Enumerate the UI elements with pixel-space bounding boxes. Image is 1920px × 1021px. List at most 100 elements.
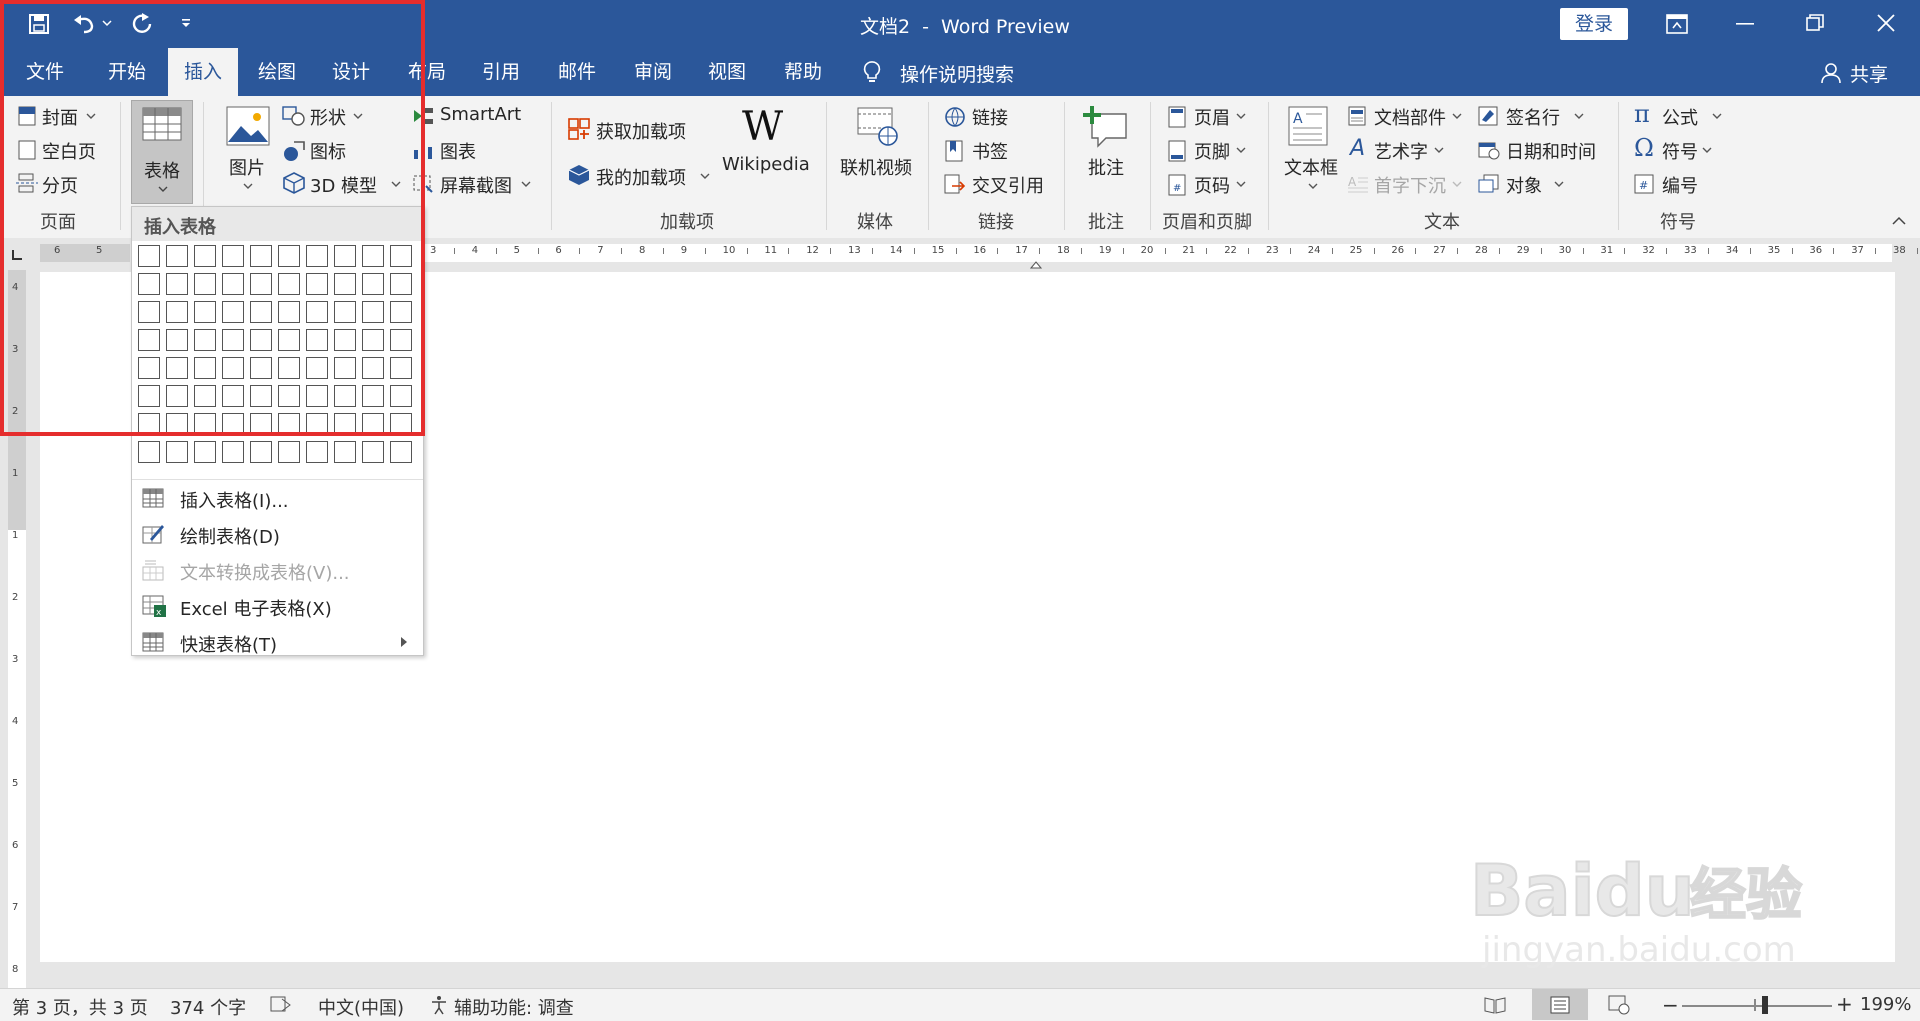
table-grid-cell[interactable] [390,301,412,323]
web-layout-icon[interactable] [1608,995,1630,1015]
table-grid-cell[interactable] [362,357,384,379]
table-grid-cell[interactable] [306,413,328,435]
zoom-slider-thumb[interactable] [1762,996,1768,1014]
new-comment-button[interactable]: 批注 [1088,154,1124,180]
close-icon[interactable] [1876,13,1896,33]
table-grid-cell[interactable] [362,245,384,267]
table-grid-cell[interactable] [194,329,216,351]
table-grid-cell[interactable] [334,301,356,323]
blank-page-button[interactable]: 空白页 [42,138,96,164]
table-grid-cell[interactable] [250,245,272,267]
login-button[interactable]: 登录 [1560,8,1628,40]
table-grid-cell[interactable] [278,329,300,351]
collapse-ribbon-icon[interactable] [1892,216,1906,226]
table-grid-cell[interactable] [278,301,300,323]
table-grid-cell[interactable] [362,301,384,323]
table-grid-cell[interactable] [166,245,188,267]
save-icon[interactable] [28,13,50,35]
header-button[interactable]: 页眉 [1194,104,1230,130]
table-grid-cell[interactable] [194,441,216,463]
table-grid[interactable] [138,245,418,463]
table-grid-cell[interactable] [222,329,244,351]
table-button[interactable]: 表格 [131,100,193,204]
customize-qat-icon[interactable] [180,18,192,30]
right-indent-marker-icon[interactable] [1030,256,1042,270]
menu-item-draw-table[interactable]: 绘制表格(D) [132,517,423,551]
table-grid-cell[interactable] [362,413,384,435]
tab-review[interactable]: 审阅 [620,48,686,96]
equation-button[interactable]: 公式 [1662,104,1698,130]
table-grid-cell[interactable] [138,413,160,435]
my-addins-button[interactable]: 我的加载项 [596,164,686,190]
menu-item-excel-spreadsheet[interactable]: x Excel 电子表格(X) [132,589,423,623]
table-grid-cell[interactable] [250,413,272,435]
table-grid-cell[interactable] [194,385,216,407]
table-grid-cell[interactable] [306,273,328,295]
table-grid-cell[interactable] [334,357,356,379]
table-grid-cell[interactable] [390,385,412,407]
table-grid-cell[interactable] [334,329,356,351]
table-grid-cell[interactable] [362,329,384,351]
page-break-button[interactable]: 分页 [42,172,78,198]
table-grid-cell[interactable] [194,357,216,379]
tab-design[interactable]: 设计 [318,48,384,96]
tab-file[interactable]: 文件 [12,48,78,96]
table-grid-cell[interactable] [222,385,244,407]
table-grid-cell[interactable] [306,357,328,379]
screenshot-button[interactable]: 屏幕截图 [440,172,512,198]
table-grid-cell[interactable] [278,245,300,267]
tab-layout[interactable]: 布局 [394,48,460,96]
table-grid-cell[interactable] [250,357,272,379]
icons-button[interactable]: 图标 [310,138,346,164]
page-number-button[interactable]: 页码 [1194,172,1230,198]
quick-parts-button[interactable]: 文档部件 [1374,104,1446,130]
table-grid-cell[interactable] [362,273,384,295]
restore-icon[interactable] [1806,14,1824,32]
wikipedia-button[interactable]: Wikipedia [722,154,810,175]
read-mode-icon[interactable] [1484,996,1506,1014]
table-grid-cell[interactable] [250,301,272,323]
table-grid-cell[interactable] [390,413,412,435]
tab-references[interactable]: 引用 [468,48,534,96]
table-grid-cell[interactable] [390,329,412,351]
footer-button[interactable]: 页脚 [1194,138,1230,164]
menu-item-quick-tables[interactable]: 快速表格(T) [132,625,423,659]
date-time-button[interactable]: 日期和时间 [1506,138,1596,164]
table-grid-cell[interactable] [278,273,300,295]
table-grid-cell[interactable] [250,329,272,351]
table-grid-cell[interactable] [222,301,244,323]
table-grid-cell[interactable] [334,245,356,267]
table-grid-cell[interactable] [194,245,216,267]
table-grid-cell[interactable] [166,301,188,323]
print-layout-view[interactable] [1532,989,1588,1020]
accessibility-icon[interactable] [430,995,450,1015]
bookmark-button[interactable]: 书签 [972,138,1008,164]
table-grid-cell[interactable] [390,357,412,379]
table-grid-cell[interactable] [194,273,216,295]
table-grid-cell[interactable] [390,441,412,463]
table-grid-cell[interactable] [278,357,300,379]
menu-item-insert-table[interactable]: 插入表格(I)... [132,481,423,515]
vertical-ruler[interactable]: 4 3 2 1 1 2 3 4 5 6 7 8 [0,270,32,990]
table-grid-cell[interactable] [222,273,244,295]
table-grid-cell[interactable] [250,441,272,463]
zoom-level[interactable]: 199% [1860,994,1911,1015]
zoom-slider-track[interactable] [1682,1005,1832,1007]
ribbon-display-icon[interactable] [1666,14,1688,34]
table-grid-cell[interactable] [306,245,328,267]
word-count[interactable]: 374 个字 [170,994,246,1020]
table-grid-cell[interactable] [138,301,160,323]
cross-reference-button[interactable]: 交叉引用 [972,172,1044,198]
online-video-button[interactable]: 联机视频 [840,154,912,180]
get-addins-button[interactable]: 获取加载项 [596,118,686,144]
table-grid-cell[interactable] [390,273,412,295]
table-grid-cell[interactable] [166,413,188,435]
tab-help[interactable]: 帮助 [770,48,836,96]
zoom-in-button[interactable]: + [1836,992,1853,1016]
wordart-button[interactable]: 艺术字 [1374,138,1428,164]
table-grid-cell[interactable] [138,245,160,267]
table-grid-cell[interactable] [334,413,356,435]
table-grid-cell[interactable] [166,329,188,351]
table-grid-cell[interactable] [222,441,244,463]
tab-mailings[interactable]: 邮件 [544,48,610,96]
